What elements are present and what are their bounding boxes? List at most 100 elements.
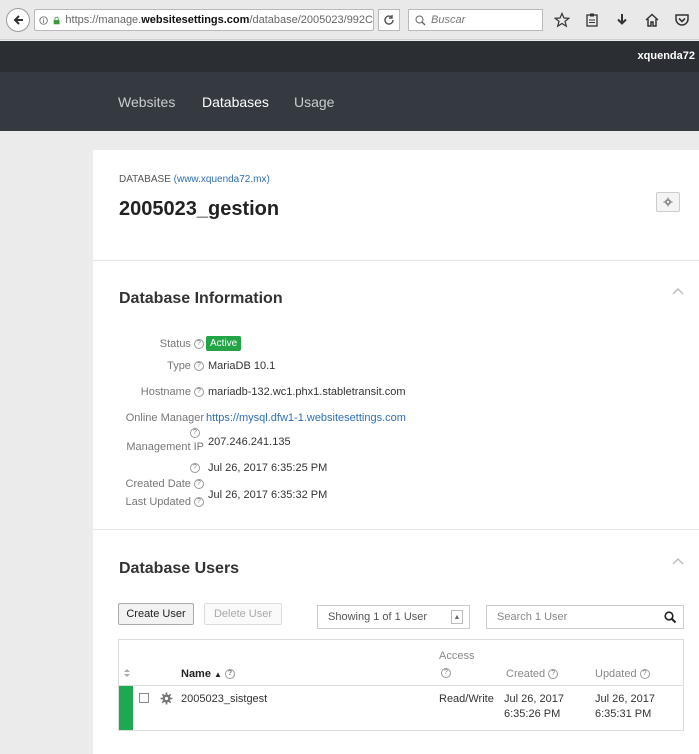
lock-icon <box>53 16 60 24</box>
chevron-up-icon[interactable] <box>672 557 684 565</box>
hostname-label-text: Hostname <box>140 386 191 398</box>
browser-search-placeholder: Buscar <box>431 14 466 26</box>
column-header-access[interactable]: Access <box>439 650 474 662</box>
section-title-info: Database Information <box>119 290 283 307</box>
pagination-text: Showing 1 of 1 User <box>328 611 428 623</box>
column-header-updated-text: Updated <box>595 668 637 680</box>
user-created-date: Jul 26, 2017 <box>504 693 564 705</box>
account-bar: xquenda72 <box>0 41 699 72</box>
column-header-updated[interactable]: Updated ? <box>595 668 650 680</box>
help-icon[interactable]: ? <box>190 428 200 438</box>
user-created-time: 6:35:26 PM <box>504 708 561 720</box>
browser-toolbar: https://manage.websitesettings.com/datab… <box>0 0 699 40</box>
nav-websites[interactable]: Websites <box>118 94 175 110</box>
eyebrow-label: DATABASE <box>119 174 171 185</box>
download-arrow-icon <box>617 14 627 25</box>
back-button[interactable] <box>6 8 30 32</box>
hostname-row: Hostname ? mariadb-132.wc1.phx1.stabletr… <box>93 386 699 402</box>
reload-icon <box>384 15 394 25</box>
online-manager-link[interactable]: https://mysql.dfw1-1.websitesettings.com <box>206 412 406 424</box>
reload-button[interactable] <box>378 9 400 31</box>
stepper-icon[interactable]: ▲ <box>451 610 463 624</box>
help-icon[interactable]: ? <box>194 497 204 508</box>
search-icon[interactable] <box>664 611 677 624</box>
star-icon <box>554 12 570 28</box>
table-divider <box>119 685 683 686</box>
settings-button[interactable] <box>656 192 680 212</box>
status-badge: Active <box>206 336 242 351</box>
status-row: Status ? Active <box>93 336 699 352</box>
url-text: https://manage.websitesettings.com/datab… <box>65 14 373 26</box>
updated-label: Last Updated ? <box>93 496 204 508</box>
type-label-text: Type <box>167 360 191 372</box>
database-eyebrow: DATABASE (www.xquenda72.mx) <box>119 174 270 185</box>
sort-icon[interactable] <box>123 668 131 678</box>
help-icon[interactable]: ? <box>194 361 204 372</box>
user-search-input[interactable]: Search 1 User <box>486 605 684 629</box>
dates-row: Created Date ? Last Updated ? Jul 26, 20… <box>93 476 699 512</box>
user-name-link[interactable]: 2005023_sistgest <box>181 692 267 707</box>
help-icon[interactable]: ? <box>194 479 204 490</box>
management-ip-row: ? Management IP 207.246.241.135 <box>93 426 699 456</box>
nav-usage[interactable]: Usage <box>294 94 334 110</box>
pocket-icon <box>675 14 689 26</box>
create-user-button[interactable]: Create User <box>118 603 194 625</box>
main-nav: Websites Databases Usage <box>0 72 699 131</box>
help-icon[interactable]: ? <box>194 339 204 350</box>
home-button[interactable] <box>641 9 663 31</box>
created-label-text: Created Date <box>125 478 191 490</box>
search-icon <box>415 15 426 25</box>
arrow-left-icon <box>13 15 23 25</box>
type-label: Type ? <box>93 360 204 372</box>
help-icon[interactable]: ? <box>194 387 204 398</box>
downloads-button[interactable] <box>611 9 633 31</box>
address-bar[interactable]: https://manage.websitesettings.com/datab… <box>34 9 374 31</box>
delete-user-button[interactable]: Delete User <box>204 603 282 625</box>
online-manager-label: Online Manager <box>125 412 204 424</box>
chevron-up-icon[interactable] <box>672 287 684 295</box>
website-link[interactable]: (www.xquenda72.mx) <box>174 174 270 185</box>
updated-label-text: Last Updated <box>125 496 191 508</box>
url-prefix: https://manage. <box>65 14 142 26</box>
row-status-bar <box>119 686 133 730</box>
management-ip-label: Management IP <box>126 441 204 453</box>
column-header-created[interactable]: Created ? <box>506 668 559 680</box>
hostname-value: mariadb-132.wc1.phx1.stabletransit.com <box>208 386 406 398</box>
user-access: Read/Write <box>439 693 494 705</box>
url-domain: websitesettings.com <box>141 14 250 26</box>
bookmark-star-button[interactable] <box>551 9 573 31</box>
column-header-name[interactable]: Name ▲ ? <box>181 668 236 680</box>
row-checkbox[interactable] <box>139 693 149 703</box>
users-table: Name ▲ ? Access ? Created ? Updated ? 20… <box>118 639 684 731</box>
created-value: Jul 26, 2017 6:35:25 PM <box>208 462 328 474</box>
url-suffix: /database/2005023/992C <box>249 14 373 26</box>
browser-toolbar-icons <box>551 9 693 31</box>
help-icon[interactable]: ? <box>548 669 559 680</box>
gear-icon <box>663 197 673 207</box>
info-icon <box>39 15 48 25</box>
home-icon <box>645 13 659 27</box>
help-icon[interactable]: ? <box>639 669 650 680</box>
hostname-label: Hostname ? <box>93 386 204 398</box>
user-updated-time: 6:35:31 PM <box>595 708 652 720</box>
gear-icon[interactable] <box>160 692 173 705</box>
pocket-button[interactable] <box>671 9 693 31</box>
help-icon[interactable]: ? <box>225 669 236 680</box>
help-icon[interactable]: ? <box>441 668 451 678</box>
nav-databases[interactable]: Databases <box>202 94 269 110</box>
user-updated-date: Jul 26, 2017 <box>595 693 655 705</box>
database-panel: DATABASE (www.xquenda72.mx) 2005023_gest… <box>93 150 699 754</box>
pagination-select[interactable]: Showing 1 of 1 User ▲ <box>317 605 470 629</box>
divider <box>93 529 699 530</box>
management-ip-value: 207.246.241.135 <box>208 436 291 448</box>
section-title-users: Database Users <box>119 560 240 577</box>
page-title: 2005023_gestion <box>119 198 280 220</box>
divider <box>93 260 699 261</box>
reading-list-button[interactable] <box>581 9 603 31</box>
browser-search-input[interactable]: Buscar <box>408 9 543 31</box>
column-header-name-text: Name <box>181 668 211 680</box>
help-icon[interactable]: ? <box>190 463 200 473</box>
type-value: MariaDB 10.1 <box>208 360 276 372</box>
created-label: Created Date ? <box>93 478 204 490</box>
username[interactable]: xquenda72 <box>638 50 695 62</box>
